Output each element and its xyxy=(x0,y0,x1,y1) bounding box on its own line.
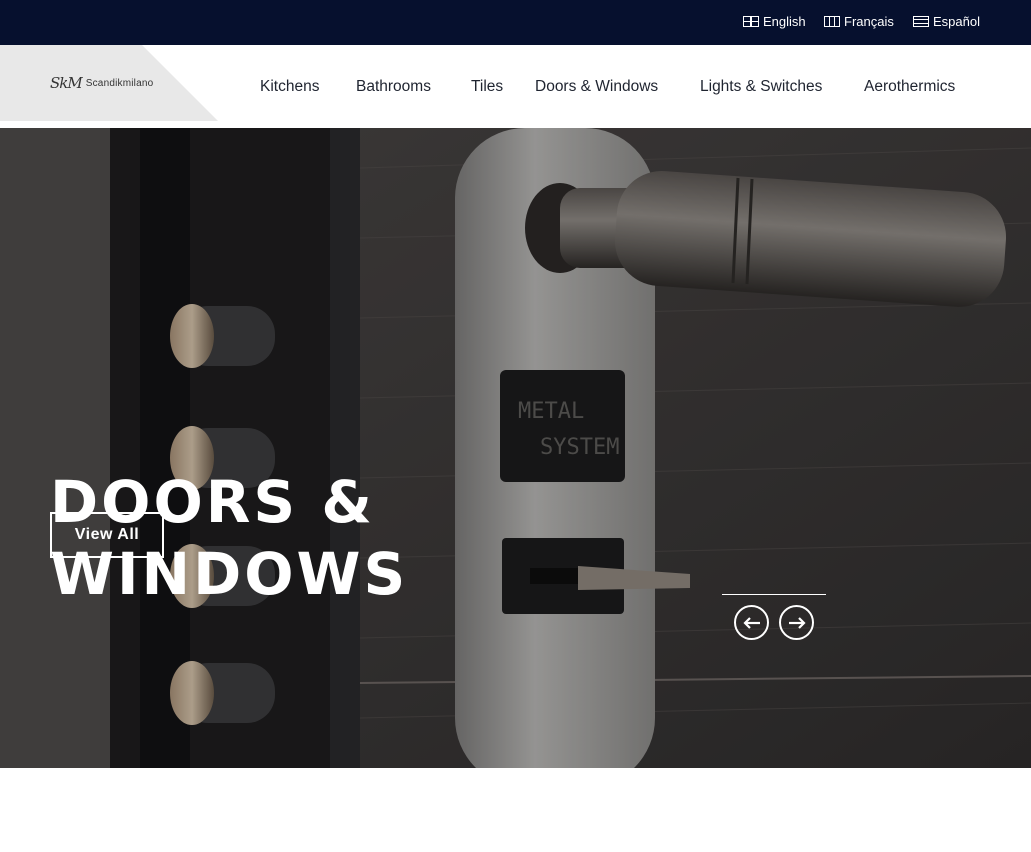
logo-name: Scandikmilano xyxy=(85,77,154,89)
nav-tiles[interactable]: Tiles xyxy=(471,78,503,96)
language-bar: English Français Español xyxy=(0,0,1031,45)
language-english[interactable]: English xyxy=(743,14,806,29)
nav-bathrooms[interactable]: Bathrooms xyxy=(356,78,431,96)
slider-prev-button[interactable] xyxy=(734,605,769,640)
hero-background-image: METAL SYSTEM xyxy=(0,128,1031,768)
logo-mark: SkM xyxy=(50,74,83,92)
slider-next-button[interactable] xyxy=(779,605,814,640)
france-flag-icon xyxy=(824,16,840,27)
nav-doors-windows[interactable]: Doors & Windows xyxy=(535,78,658,96)
nav-lights-switches[interactable]: Lights & Switches xyxy=(700,78,822,96)
language-label: Français xyxy=(844,14,894,29)
site-logo[interactable]: SkM Scandikmilano xyxy=(50,74,153,92)
uk-flag-icon xyxy=(743,16,759,27)
language-french[interactable]: Français xyxy=(824,14,894,29)
arrow-left-icon xyxy=(742,616,760,629)
language-label: Español xyxy=(933,14,980,29)
arrow-right-icon xyxy=(788,616,806,629)
slider-progress-line xyxy=(722,594,826,595)
nav-kitchens[interactable]: Kitchens xyxy=(260,78,319,96)
nav-aerothermics[interactable]: Aerothermics xyxy=(864,78,955,96)
spain-flag-icon xyxy=(913,16,929,27)
language-spanish[interactable]: Español xyxy=(913,14,980,29)
language-label: English xyxy=(763,14,806,29)
hero-slider: METAL SYSTEM DOORS & WINDOWS xyxy=(0,128,1031,768)
view-all-button[interactable]: View All xyxy=(50,512,164,558)
site-header: SkM Scandikmilano Kitchens Bathrooms Til… xyxy=(0,45,1031,128)
